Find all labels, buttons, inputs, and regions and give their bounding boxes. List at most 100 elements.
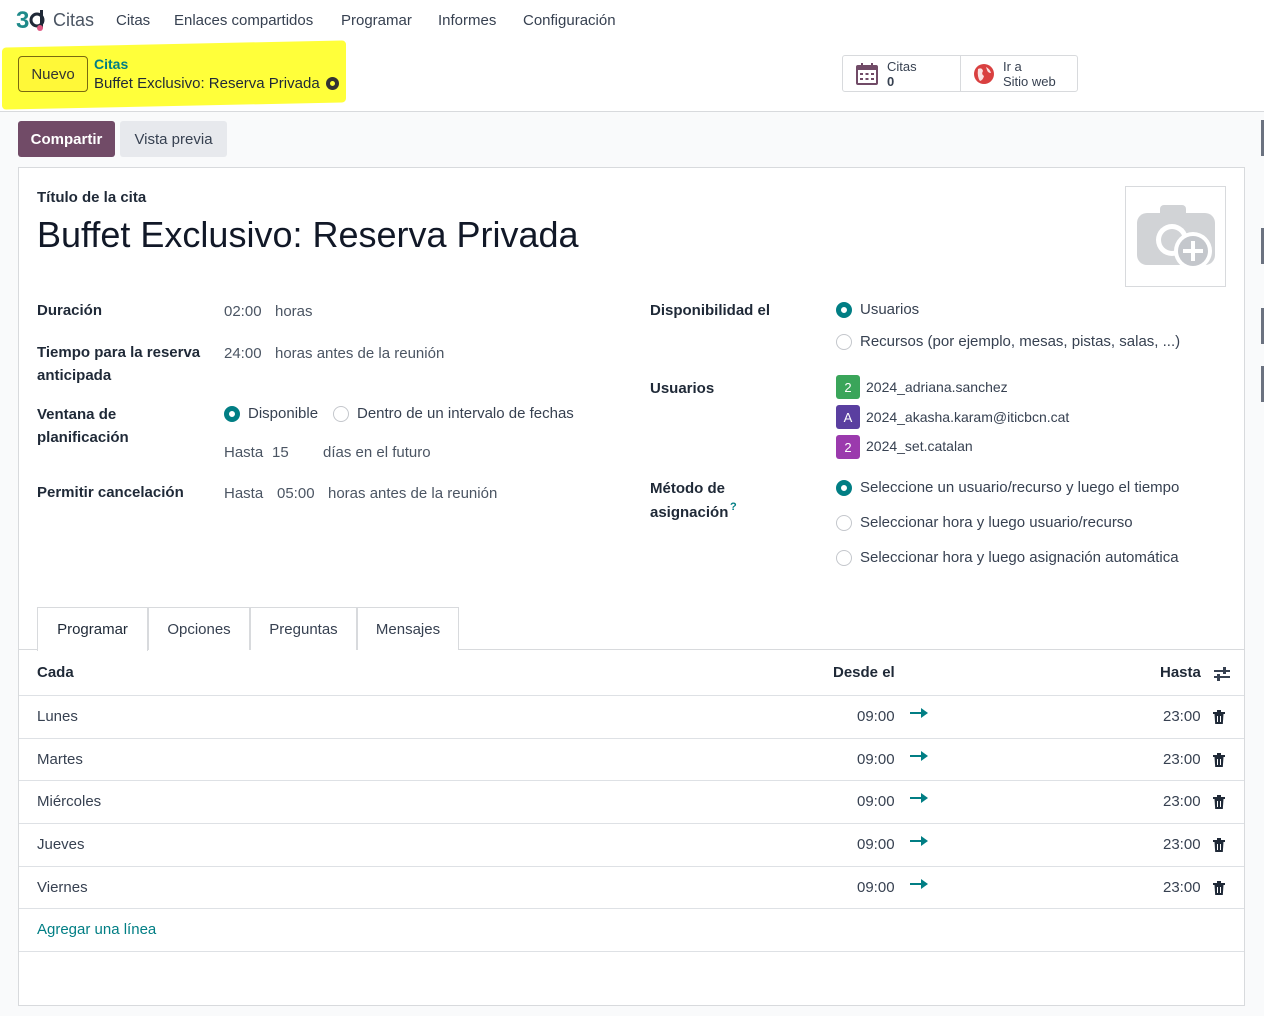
radio-assign-time-first[interactable]: [836, 515, 852, 531]
gear-icon[interactable]: [325, 77, 339, 90]
assign-method-label-2: asignación: [650, 504, 729, 521]
assign-option-3[interactable]: Seleccionar hora y luego asignación auto…: [860, 549, 1179, 566]
row-from[interactable]: 09:00: [857, 836, 895, 853]
lead-time-label-2: anticipada: [37, 367, 112, 384]
lead-time-input[interactable]: 24:00: [224, 344, 262, 364]
tab-mensajes[interactable]: Mensajes: [357, 607, 459, 650]
calendar-icon: [856, 62, 878, 85]
radio-window-available[interactable]: [224, 406, 240, 422]
camera-plus-icon: [1137, 205, 1215, 270]
share-button[interactable]: Compartir: [18, 121, 115, 157]
add-line-link[interactable]: Agregar una línea: [37, 921, 156, 938]
radio-assign-auto[interactable]: [836, 550, 852, 566]
row-day[interactable]: Lunes: [37, 708, 78, 725]
appointment-title-input[interactable]: Buffet Exclusivo: Reserva Privada: [37, 214, 579, 256]
lead-time-unit: horas antes de la reunión: [275, 345, 445, 362]
window-label-2: planificación: [37, 429, 129, 446]
window-days-input[interactable]: 15: [272, 443, 289, 463]
nav-enlaces-compartidos[interactable]: Enlaces compartidos: [174, 12, 313, 29]
stat-buttons: Citas 0 Ir a Sitio web: [842, 55, 1078, 92]
row-day[interactable]: Viernes: [37, 879, 88, 896]
trash-icon[interactable]: [1213, 795, 1225, 809]
help-tooltip-icon[interactable]: ?: [730, 501, 737, 513]
trash-icon[interactable]: [1213, 838, 1225, 852]
radio-avail-users[interactable]: [836, 302, 852, 318]
avatar: 2: [836, 435, 860, 459]
row-divider: [19, 695, 1244, 696]
new-button[interactable]: Nuevo: [18, 56, 88, 92]
row-to[interactable]: 23:00: [1163, 836, 1201, 853]
nav-citas[interactable]: Citas: [116, 12, 150, 29]
window-option-range[interactable]: Dentro de un intervalo de fechas: [357, 405, 574, 422]
citas-stat-button[interactable]: Citas 0: [843, 56, 960, 91]
arrow-right-icon: [910, 708, 928, 718]
website-stat-button[interactable]: Ir a Sitio web: [960, 56, 1077, 91]
window-days-unit: días en el futuro: [323, 444, 431, 461]
tab-opciones[interactable]: Opciones: [148, 607, 250, 650]
row-to[interactable]: 23:00: [1163, 708, 1201, 725]
row-divider: [19, 738, 1244, 739]
radio-avail-resources[interactable]: [836, 334, 852, 350]
row-day[interactable]: Martes: [37, 751, 83, 768]
row-to[interactable]: 23:00: [1163, 751, 1201, 768]
tab-preguntas[interactable]: Preguntas: [250, 607, 357, 650]
row-divider: [19, 866, 1244, 867]
row-day[interactable]: Jueves: [37, 836, 85, 853]
radio-assign-user-first[interactable]: [836, 480, 852, 496]
user-tag[interactable]: 2024_akasha.karam@iticbcn.cat: [866, 409, 1069, 425]
trash-icon[interactable]: [1213, 710, 1225, 724]
user-tag[interactable]: 2024_adriana.sanchez: [866, 379, 1008, 395]
nav-programar[interactable]: Programar: [341, 12, 412, 29]
window-option-available[interactable]: Disponible: [248, 405, 318, 422]
cancel-label: Permitir cancelación: [37, 484, 184, 501]
column-header-day[interactable]: Cada: [37, 664, 74, 681]
user-tag[interactable]: 2024_set.catalan: [866, 438, 973, 454]
duration-unit: horas: [275, 303, 313, 320]
avatar: A: [836, 405, 860, 429]
assign-option-2[interactable]: Seleccionar hora y luego usuario/recurso: [860, 514, 1133, 531]
column-header-to[interactable]: Hasta: [1160, 664, 1201, 681]
row-day[interactable]: Miércoles: [37, 793, 101, 810]
radio-window-range[interactable]: [333, 406, 349, 422]
avail-option-resources[interactable]: Recursos (por ejemplo, mesas, pistas, sa…: [860, 333, 1180, 350]
row-from[interactable]: 09:00: [857, 793, 895, 810]
arrow-right-icon: [910, 793, 928, 803]
app-name[interactable]: Citas: [53, 10, 94, 31]
row-divider: [19, 780, 1244, 781]
lead-time-label: Tiempo para la reserva: [37, 344, 201, 361]
cancel-input[interactable]: 05:00: [277, 484, 315, 504]
breadcrumb-parent[interactable]: Citas: [94, 56, 128, 72]
photo-upload[interactable]: [1125, 186, 1226, 287]
row-from[interactable]: 09:00: [857, 708, 895, 725]
column-header-from[interactable]: Desde el: [833, 664, 895, 681]
row-to[interactable]: 23:00: [1163, 879, 1201, 896]
globe-icon: [974, 63, 994, 84]
form-sheet: [18, 167, 1245, 1006]
arrow-right-icon: [910, 879, 928, 889]
title-label: Título de la cita: [37, 189, 147, 206]
duration-input[interactable]: 02:00: [224, 302, 262, 322]
assign-method-label: Método de: [650, 480, 725, 497]
trash-icon[interactable]: [1213, 881, 1225, 895]
breadcrumb-current-label: Buffet Exclusivo: Reserva Privada: [94, 75, 320, 92]
settings-sliders-icon[interactable]: [1213, 666, 1231, 682]
availability-label: Disponibilidad el: [650, 302, 771, 319]
row-divider: [19, 908, 1244, 909]
avail-option-users[interactable]: Usuarios: [860, 301, 919, 318]
users-label: Usuarios: [650, 380, 715, 397]
avatar: 2: [836, 375, 860, 399]
svg-text:3: 3: [16, 7, 29, 34]
preview-button[interactable]: Vista previa: [120, 121, 227, 157]
row-divider: [19, 823, 1244, 824]
stat-web-line2: Sitio web: [1003, 73, 1056, 89]
tab-programar[interactable]: Programar: [37, 607, 148, 651]
assign-option-1[interactable]: Seleccione un usuario/recurso y luego el…: [860, 479, 1179, 496]
row-from[interactable]: 09:00: [857, 879, 895, 896]
trash-icon[interactable]: [1213, 753, 1225, 767]
row-to[interactable]: 23:00: [1163, 793, 1201, 810]
row-from[interactable]: 09:00: [857, 751, 895, 768]
nav-configuracion[interactable]: Configuración: [523, 12, 616, 29]
nav-informes[interactable]: Informes: [438, 12, 496, 29]
app-logo-icon[interactable]: 3: [16, 6, 46, 34]
control-panel: Nuevo Citas Buffet Exclusivo: Reserva Pr…: [0, 40, 1264, 112]
